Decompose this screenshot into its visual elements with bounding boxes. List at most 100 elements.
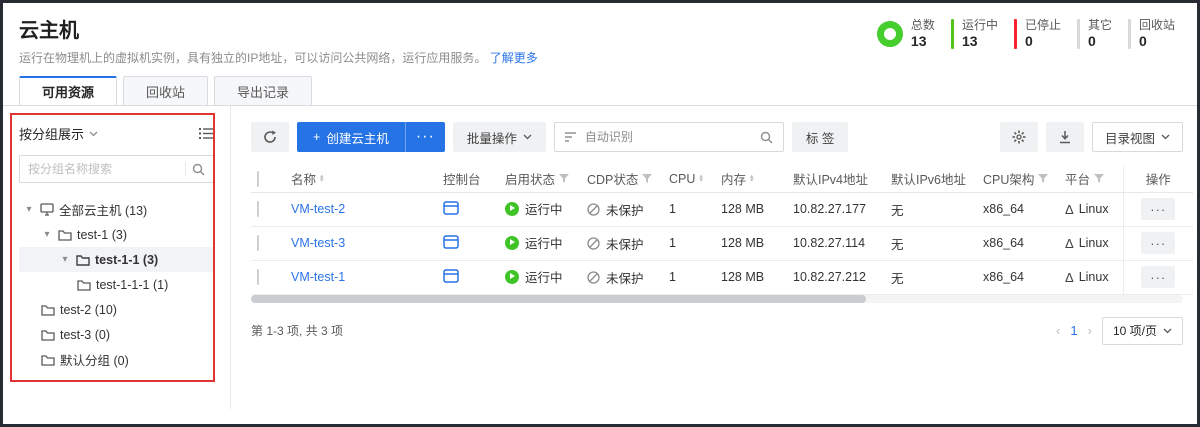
col-actions: 操作 xyxy=(1146,173,1171,187)
linux-icon: Δ xyxy=(1065,202,1074,217)
tree-item-label: 全部云主机 (13) xyxy=(59,200,147,219)
vm-name-link[interactable]: VM-test-3 xyxy=(291,236,345,250)
group-tree: ▾ 全部云主机 (13) ▾ test-1 (3) ▾ test-1-1 (3)… xyxy=(19,197,214,372)
vm-search-input[interactable] xyxy=(585,130,752,144)
group-search-input[interactable] xyxy=(28,162,179,176)
linux-icon: Δ xyxy=(1065,270,1074,285)
cpu-value: 1 xyxy=(669,270,676,284)
page-size-select[interactable]: 10 项/页 xyxy=(1102,317,1183,345)
select-all-checkbox[interactable] xyxy=(257,171,259,187)
tag-button[interactable]: 标 签 xyxy=(792,122,848,152)
expand-arrow-icon[interactable]: ▾ xyxy=(41,229,53,240)
row-actions-button[interactable]: ··· xyxy=(1141,198,1175,220)
view-mode-label: 目录视图 xyxy=(1105,128,1155,147)
col-memory: 内存 xyxy=(721,169,746,188)
folder-icon xyxy=(58,229,72,241)
unprotected-icon xyxy=(587,237,600,250)
filter-icon[interactable] xyxy=(559,174,569,183)
table-footer: 第 1-3 项, 共 3 项 ‹ 1 › 10 项/页 xyxy=(251,317,1183,345)
tree-item-default-group[interactable]: 默认分组 (0) xyxy=(19,347,214,372)
row-checkbox[interactable] xyxy=(257,269,259,285)
folder-icon xyxy=(76,254,90,266)
prev-page-button[interactable]: ‹ xyxy=(1056,323,1060,338)
vm-name-link[interactable]: VM-test-1 xyxy=(291,270,345,284)
recycle-bar-icon xyxy=(1128,19,1131,49)
stopped-bar-icon xyxy=(1014,19,1017,49)
refresh-button[interactable] xyxy=(251,122,289,152)
cdp-text: 未保护 xyxy=(606,268,644,287)
filter-icon[interactable] xyxy=(1094,174,1104,183)
tree-item-test-1-1-1[interactable]: test-1-1-1 (1) xyxy=(19,272,214,297)
row-checkbox[interactable] xyxy=(257,235,259,251)
stat-stopped: 已停止 0 xyxy=(1014,18,1061,51)
scrollbar-thumb[interactable] xyxy=(251,295,866,303)
col-console: 控制台 xyxy=(443,173,481,187)
row-actions-button[interactable]: ··· xyxy=(1141,266,1175,288)
search-icon[interactable] xyxy=(760,131,773,144)
running-status-icon xyxy=(505,270,519,284)
batch-actions-label: 批量操作 xyxy=(467,128,517,147)
learn-more-link[interactable]: 了解更多 xyxy=(490,51,538,65)
tree-item-label: test-1-1-1 (1) xyxy=(96,278,168,292)
console-icon[interactable] xyxy=(443,235,459,249)
stat-other-value: 0 xyxy=(1088,33,1112,51)
sort-icon[interactable]: ▴▾ xyxy=(699,175,703,183)
tab-recycle-bin[interactable]: 回收站 xyxy=(123,76,208,105)
create-vm-button[interactable]: + 创建云主机 xyxy=(297,122,405,152)
row-actions-button[interactable]: ··· xyxy=(1141,232,1175,254)
arch-value: x86_64 xyxy=(983,202,1024,216)
stat-total: 总数 13 xyxy=(877,18,935,51)
sort-icon[interactable]: ▴▾ xyxy=(320,175,324,183)
divider xyxy=(185,162,186,176)
search-icon[interactable] xyxy=(192,163,205,176)
settings-button[interactable] xyxy=(1000,122,1038,152)
list-view-icon[interactable] xyxy=(199,127,214,140)
pagination-summary: 第 1-3 项, 共 3 项 xyxy=(251,322,343,339)
tree-item-test-3[interactable]: test-3 (0) xyxy=(19,322,214,347)
filter-icon[interactable] xyxy=(1038,174,1048,183)
ipv6-value: 无 xyxy=(891,204,904,218)
chevron-down-icon xyxy=(1163,328,1172,334)
tree-item-test-1-1[interactable]: ▾ test-1-1 (3) xyxy=(19,247,214,272)
create-more-button[interactable]: ··· xyxy=(405,122,445,152)
filter-icon[interactable] xyxy=(642,174,652,183)
batch-actions-dropdown[interactable]: 批量操作 xyxy=(453,122,546,152)
tab-available-resources[interactable]: 可用资源 xyxy=(19,76,117,105)
group-search-box xyxy=(19,155,214,183)
sort-icon[interactable]: ▴▾ xyxy=(750,175,754,183)
page-header: 云主机 运行在物理机上的虚拟机实例，具有独立的IP地址，可以访问公共网络，运行应… xyxy=(3,3,1197,66)
tab-export-records[interactable]: 导出记录 xyxy=(214,76,312,105)
toolbar: + 创建云主机 ··· 批量操作 标 签 xyxy=(251,122,1183,152)
expand-arrow-icon[interactable]: ▾ xyxy=(59,254,71,265)
tree-item-test-2[interactable]: test-2 (10) xyxy=(19,297,214,322)
horizontal-scrollbar[interactable] xyxy=(251,295,1183,303)
platform-value: Linux xyxy=(1079,236,1109,250)
view-mode-dropdown[interactable]: 目录视图 xyxy=(1092,122,1183,152)
running-status-icon xyxy=(505,236,519,250)
row-checkbox[interactable] xyxy=(257,201,259,217)
create-vm-split-button: + 创建云主机 ··· xyxy=(297,122,445,152)
console-icon[interactable] xyxy=(443,269,459,283)
unprotected-icon xyxy=(587,203,600,216)
tab-bar: 可用资源 回收站 导出记录 xyxy=(3,76,1197,106)
tree-item-test-1[interactable]: ▾ test-1 (3) xyxy=(19,222,214,247)
next-page-button[interactable]: › xyxy=(1088,323,1092,338)
cpu-value: 1 xyxy=(669,202,676,216)
vm-name-link[interactable]: VM-test-2 xyxy=(291,202,345,216)
expand-arrow-icon[interactable]: ▾ xyxy=(23,204,35,215)
tree-item-label: test-3 (0) xyxy=(60,328,110,342)
tree-item-label: test-1-1 (3) xyxy=(95,253,158,267)
ipv4-value: 10.82.27.114 xyxy=(793,236,865,250)
tree-item-all-vms[interactable]: ▾ 全部云主机 (13) xyxy=(19,197,214,222)
memory-value: 128 MB xyxy=(721,236,764,250)
table-row: VM-test-2 运行中 未保护 1 128 MB 10.82.27.177 … xyxy=(251,192,1193,226)
stat-total-label: 总数 xyxy=(911,18,935,33)
stat-stopped-value: 0 xyxy=(1025,33,1061,51)
col-ipv6: 默认IPv6地址 xyxy=(891,173,966,187)
chevron-down-icon xyxy=(523,134,532,140)
group-mode-dropdown[interactable]: 按分组展示 xyxy=(19,124,98,143)
page-number[interactable]: 1 xyxy=(1070,323,1077,338)
console-icon[interactable] xyxy=(443,201,459,215)
page-title: 云主机 xyxy=(19,14,538,43)
download-button[interactable] xyxy=(1046,122,1084,152)
